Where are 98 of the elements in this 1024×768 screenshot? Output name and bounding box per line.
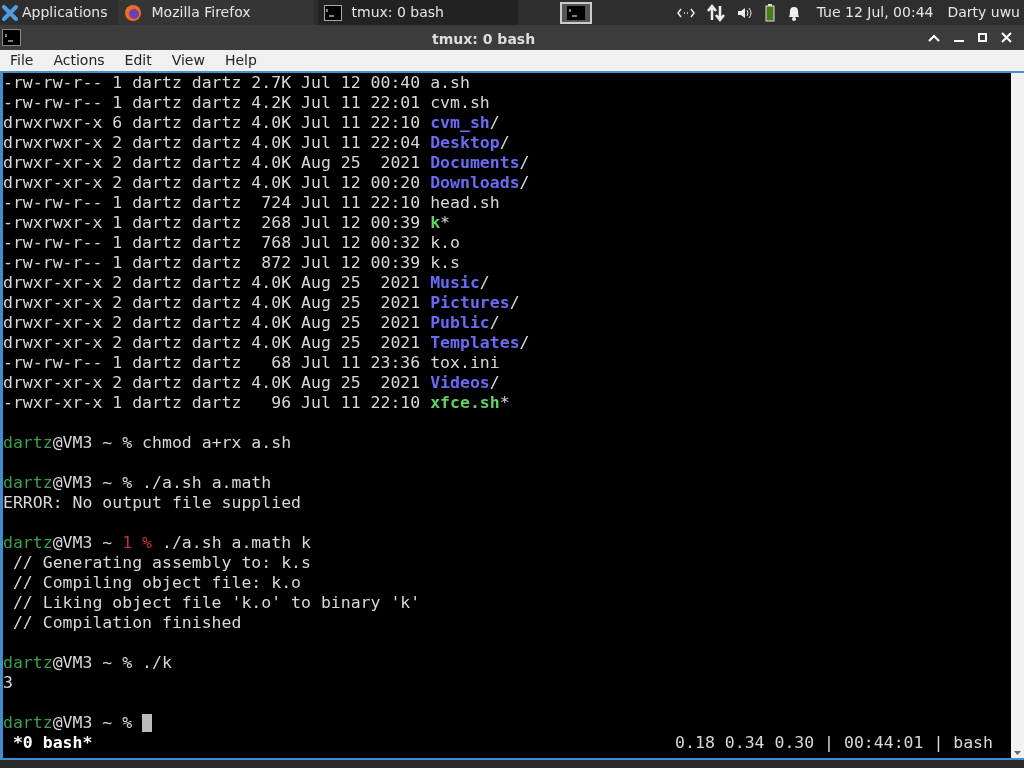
file-suffix: / bbox=[489, 373, 500, 393]
terminal-line: drwxr-xr-x 2 dartz dartz 4.0K Aug 25 2021 bbox=[3, 373, 422, 393]
battery-icon[interactable] bbox=[764, 3, 775, 22]
output-line: ERROR: No output file supplied bbox=[3, 493, 301, 513]
file-name: Desktop bbox=[430, 133, 500, 153]
file-name: k bbox=[430, 213, 441, 233]
prompt-user: dartz bbox=[3, 433, 53, 453]
prompt-host: @VM3 ~ bbox=[52, 473, 114, 493]
output-line: 3 bbox=[3, 673, 13, 693]
tmux-window-tab[interactable]: *0 bash* bbox=[3, 733, 93, 753]
prompt-sign: % bbox=[122, 653, 133, 673]
menu-item[interactable]: Help bbox=[214, 50, 267, 71]
window-title: tmux: 0 bash bbox=[432, 30, 536, 49]
terminal-line: -rw-rw-r-- 1 dartz dartz 724 Jul 11 22:10 bbox=[3, 193, 422, 213]
file-name: k.s bbox=[430, 253, 460, 273]
file-suffix: / bbox=[489, 313, 500, 333]
workspace-switcher[interactable] bbox=[559, 1, 592, 24]
file-suffix: / bbox=[509, 293, 520, 313]
terminal-line: -rwxrwxr-x 1 dartz dartz 268 Jul 12 00:39 bbox=[3, 213, 422, 233]
transfer-arrows-icon[interactable] bbox=[706, 3, 725, 22]
file-name: Templates bbox=[430, 333, 520, 353]
file-suffix: * bbox=[440, 213, 451, 233]
file-name: Public bbox=[430, 313, 490, 333]
terminal-icon bbox=[323, 4, 342, 21]
prompt-user: dartz bbox=[3, 713, 53, 733]
browser-icon bbox=[123, 3, 142, 22]
file-name: a.sh bbox=[430, 73, 470, 93]
output-line: // Liking object file 'k.o' to binary 'k' bbox=[11, 593, 421, 613]
prompt-host: @VM3 ~ bbox=[52, 533, 114, 553]
command: ./a.sh a.math k bbox=[160, 533, 311, 553]
terminal-line: drwxr-xr-x 2 dartz dartz 4.0K Aug 25 2021 bbox=[3, 153, 422, 173]
file-suffix: / bbox=[519, 173, 530, 193]
file-name: Videos bbox=[430, 373, 490, 393]
menu-item[interactable]: Edit bbox=[114, 50, 162, 71]
volume-icon[interactable] bbox=[736, 5, 753, 20]
menu-item[interactable]: File bbox=[0, 50, 44, 71]
terminal-icon[interactable] bbox=[2, 29, 21, 46]
user-menu[interactable]: Darty uwu bbox=[947, 2, 1020, 23]
terminal-line: -rw-rw-r-- 1 dartz dartz 768 Jul 12 00:32 bbox=[3, 233, 422, 253]
applications-menu[interactable]: Applications bbox=[0, 0, 110, 25]
prompt-user: dartz bbox=[3, 473, 53, 493]
prompt-sign: % bbox=[122, 713, 133, 733]
file-name: Pictures bbox=[430, 293, 510, 313]
output-line: // Compilation finished bbox=[11, 613, 242, 633]
file-name: Downloads bbox=[430, 173, 520, 193]
terminal-line: drwxrwxr-x 6 dartz dartz 4.0K Jul 11 22:10 bbox=[3, 113, 422, 133]
maximize-icon[interactable] bbox=[978, 33, 987, 42]
menu-item[interactable]: View bbox=[161, 50, 215, 71]
terminal-line: -rw-rw-r-- 1 dartz dartz 872 Jul 12 00:39 bbox=[3, 253, 422, 273]
file-suffix: / bbox=[519, 333, 530, 353]
terminal-line: drwxrwxr-x 2 dartz dartz 4.0K Jul 11 22:04 bbox=[3, 133, 422, 153]
command: ./a.sh a.math bbox=[141, 473, 272, 493]
scrollbar[interactable] bbox=[1011, 73, 1024, 758]
prompt-host: @VM3 ~ bbox=[52, 713, 114, 733]
prompt-user: dartz bbox=[3, 653, 53, 673]
file-name: head.sh bbox=[430, 193, 500, 213]
file-suffix: / bbox=[499, 133, 510, 153]
file-name: tox.ini bbox=[430, 353, 500, 373]
prompt-sign: % bbox=[122, 473, 133, 493]
terminal-line: drwxr-xr-x 2 dartz dartz 4.0K Aug 25 2021 bbox=[3, 273, 422, 293]
file-name: cvm_sh bbox=[430, 113, 490, 133]
file-name: k.o bbox=[430, 233, 460, 253]
taskbar-button[interactable]: Mozilla Firefox bbox=[117, 0, 314, 25]
file-name: cvm.sh bbox=[430, 93, 490, 113]
output-line: // Compiling object file: k.o bbox=[11, 573, 301, 593]
taskbar-button[interactable]: tmux: 0 bash bbox=[317, 0, 518, 25]
chevron-up-icon[interactable] bbox=[928, 33, 940, 42]
terminal-line: drwxr-xr-x 2 dartz dartz 4.0K Aug 25 2021 bbox=[3, 313, 422, 333]
exit-code: 1 % bbox=[122, 533, 153, 553]
command: ./k bbox=[141, 653, 172, 673]
terminal-line: -rw-rw-r-- 1 dartz dartz 4.2K Jul 11 22:01 bbox=[3, 93, 422, 113]
command: chmod a+rx a.sh bbox=[141, 433, 292, 453]
prompt-sign: % bbox=[122, 433, 133, 453]
output-line: // Generating assembly to: k.s bbox=[11, 553, 311, 573]
terminal-line: -rw-rw-r-- 1 dartz dartz 2.7K Jul 12 00:40 bbox=[3, 73, 422, 93]
tmux-status: 0.18 0.34 0.30 | 00:44:01 | bash bbox=[675, 733, 993, 753]
clock[interactable]: Tue 12 Jul, 00:44 bbox=[816, 2, 934, 23]
file-suffix: / bbox=[479, 273, 490, 293]
terminal-icon bbox=[566, 5, 585, 20]
terminal-line: -rwxr-xr-x 1 dartz dartz 96 Jul 11 22:10 bbox=[3, 393, 422, 413]
network-icon[interactable] bbox=[676, 7, 695, 18]
file-suffix: / bbox=[489, 113, 500, 133]
terminal-line: drwxr-xr-x 2 dartz dartz 4.0K Aug 25 2021 bbox=[3, 293, 422, 313]
bell-icon[interactable] bbox=[786, 4, 801, 21]
prompt-host: @VM3 ~ bbox=[52, 433, 114, 453]
prompt-host: @VM3 ~ bbox=[52, 653, 114, 673]
terminal-line: -rw-rw-r-- 1 dartz dartz 68 Jul 11 23:36 bbox=[3, 353, 422, 373]
file-suffix: / bbox=[519, 153, 530, 173]
file-name: Documents bbox=[430, 153, 520, 173]
prompt-user: dartz bbox=[3, 533, 53, 553]
close-icon[interactable] bbox=[1001, 32, 1012, 43]
terminal-line: drwxr-xr-x 2 dartz dartz 4.0K Jul 12 00:20 bbox=[3, 173, 422, 193]
x-logo-icon bbox=[2, 4, 18, 21]
terminal-line: drwxr-xr-x 2 dartz dartz 4.0K Aug 25 2021 bbox=[3, 333, 422, 353]
file-name: Music bbox=[430, 273, 480, 293]
file-name: xfce.sh bbox=[430, 393, 500, 413]
file-suffix: * bbox=[499, 393, 510, 413]
menu-item[interactable]: Actions bbox=[43, 50, 115, 71]
